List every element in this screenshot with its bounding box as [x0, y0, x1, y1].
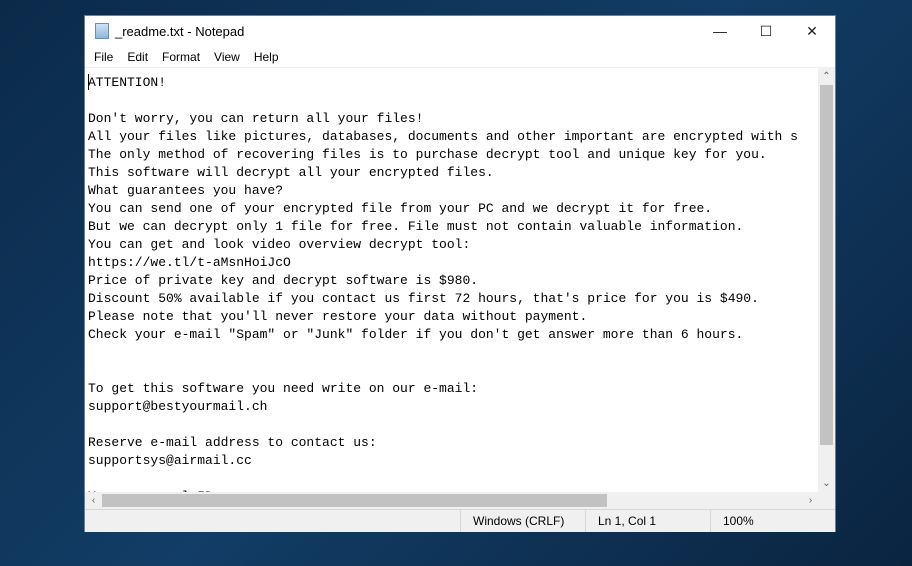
notepad-icon: [95, 23, 109, 39]
vertical-scroll-thumb[interactable]: [820, 85, 833, 445]
minimize-button[interactable]: —: [697, 16, 743, 46]
menu-bar: File Edit Format View Help: [85, 46, 835, 68]
horizontal-scrollbar[interactable]: ‹ ›: [85, 492, 819, 509]
text-editor[interactable]: ATTENTION! Don't worry, you can return a…: [85, 68, 819, 492]
menu-format[interactable]: Format: [155, 50, 207, 64]
vertical-scrollbar[interactable]: ⌃ ⌄: [818, 68, 835, 492]
cursor-position-status: Ln 1, Col 1: [585, 510, 710, 532]
status-bar: Windows (CRLF) Ln 1, Col 1 100%: [85, 509, 835, 532]
menu-view[interactable]: View: [207, 50, 247, 64]
zoom-status: 100%: [710, 510, 835, 532]
menu-help[interactable]: Help: [247, 50, 286, 64]
notepad-window: _readme.txt - Notepad — ☐ ✕ File Edit Fo…: [84, 15, 836, 532]
window-title: _readme.txt - Notepad: [115, 23, 245, 39]
menu-edit[interactable]: Edit: [120, 50, 155, 64]
scrollbar-corner: [818, 492, 835, 509]
document-text[interactable]: ATTENTION! Don't worry, you can return a…: [85, 68, 819, 492]
close-button[interactable]: ✕: [789, 16, 835, 46]
menu-file[interactable]: File: [87, 50, 120, 64]
maximize-button[interactable]: ☐: [743, 16, 789, 46]
title-bar[interactable]: _readme.txt - Notepad — ☐ ✕: [85, 16, 835, 46]
scroll-up-icon[interactable]: ⌃: [818, 68, 835, 85]
scroll-right-icon[interactable]: ›: [802, 492, 819, 509]
text-caret: [88, 74, 89, 90]
scroll-down-icon[interactable]: ⌄: [818, 475, 835, 492]
horizontal-scroll-thumb[interactable]: [102, 494, 607, 507]
scroll-left-icon[interactable]: ‹: [85, 492, 102, 509]
line-ending-status: Windows (CRLF): [460, 510, 585, 532]
